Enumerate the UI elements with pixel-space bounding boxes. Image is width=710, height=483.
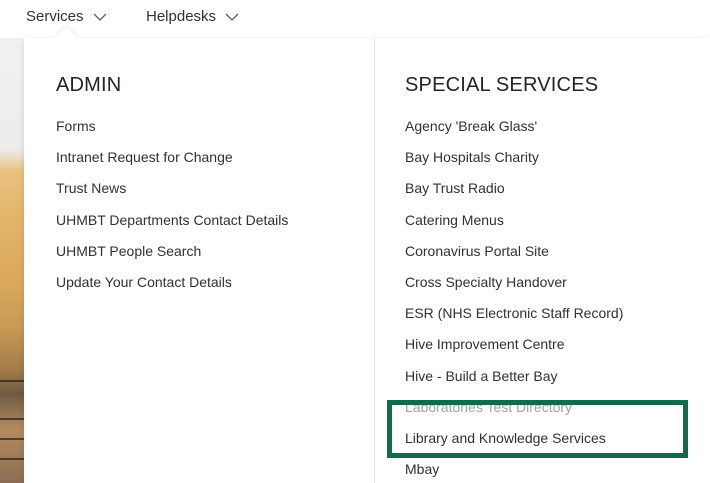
- background-image: [0, 38, 24, 483]
- admin-link-update-contact[interactable]: Update Your Contact Details: [56, 273, 288, 304]
- admin-link-forms[interactable]: Forms: [56, 117, 288, 148]
- link-mbay[interactable]: Mbay: [405, 460, 623, 483]
- admin-heading: ADMIN: [56, 74, 122, 96]
- link-agency-break-glass[interactable]: Agency 'Break Glass': [405, 117, 623, 148]
- link-hive-improvement-centre[interactable]: Hive Improvement Centre: [405, 335, 623, 366]
- intranet-page: Services Helpdesks ADMIN Forms Intranet …: [0, 0, 710, 483]
- link-hive-build-better-bay[interactable]: Hive - Build a Better Bay: [405, 367, 623, 398]
- link-bay-hospitals-charity[interactable]: Bay Hospitals Charity: [405, 148, 623, 179]
- link-bay-trust-radio[interactable]: Bay Trust Radio: [405, 179, 623, 210]
- link-catering-menus[interactable]: Catering Menus: [405, 211, 623, 242]
- nav-helpdesks-menu[interactable]: Helpdesks: [146, 8, 239, 25]
- chevron-down-icon: [93, 13, 106, 21]
- special-services-heading: SPECIAL SERVICES: [405, 74, 599, 96]
- admin-link-departments-contact[interactable]: UHMBT Departments Contact Details: [56, 211, 288, 242]
- admin-links: Forms Intranet Request for Change Trust …: [56, 117, 288, 304]
- admin-link-intranet-request[interactable]: Intranet Request for Change: [56, 148, 288, 179]
- column-divider: [374, 38, 375, 483]
- link-esr[interactable]: ESR (NHS Electronic Staff Record): [405, 304, 623, 335]
- admin-column: ADMIN Forms Intranet Request for Change …: [56, 72, 288, 304]
- highlight-box: [387, 400, 688, 458]
- chevron-down-icon: [225, 13, 239, 21]
- nav-services-label: Services: [26, 8, 84, 25]
- admin-link-trust-news[interactable]: Trust News: [56, 179, 288, 210]
- link-coronavirus-portal[interactable]: Coronavirus Portal Site: [405, 242, 623, 273]
- admin-link-people-search[interactable]: UHMBT People Search: [56, 242, 288, 273]
- link-cross-specialty-handover[interactable]: Cross Specialty Handover: [405, 273, 623, 304]
- top-navigation: Services Helpdesks: [0, 0, 710, 38]
- nav-services-menu[interactable]: Services: [26, 8, 107, 25]
- nav-helpdesks-label: Helpdesks: [146, 8, 217, 25]
